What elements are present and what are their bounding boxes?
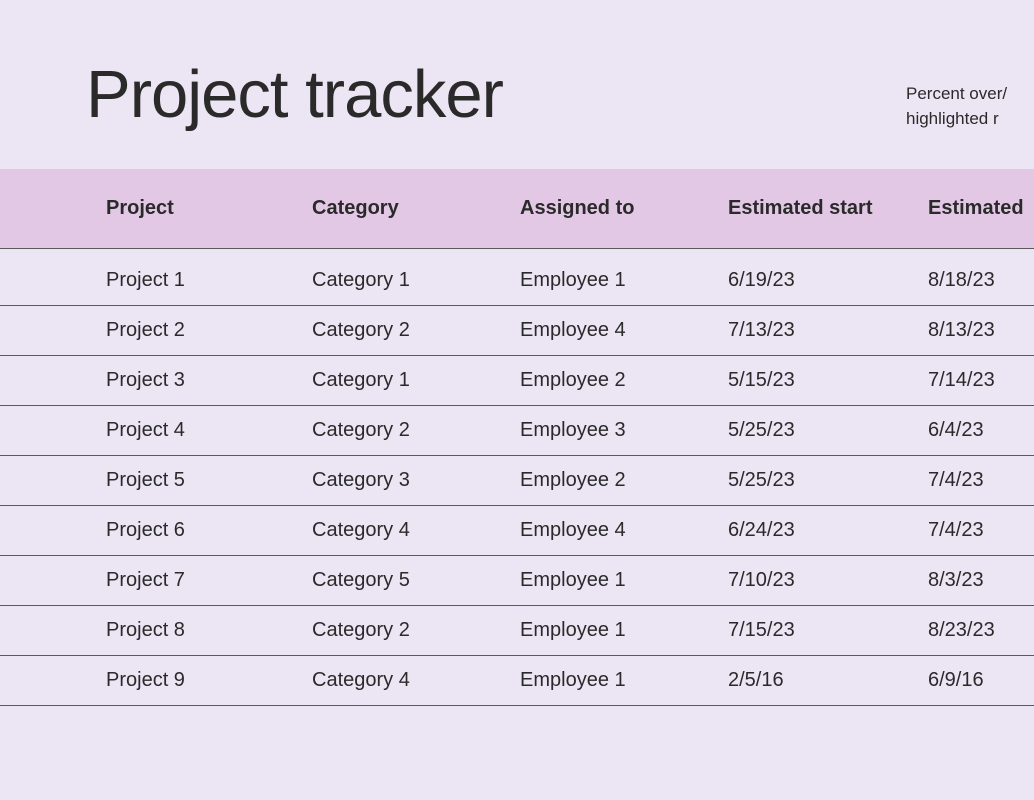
- cell-est-end: 8/3/23: [928, 556, 1034, 606]
- cell-category: Category 2: [312, 606, 520, 656]
- cell-category: Category 1: [312, 356, 520, 406]
- cell-project: Project 8: [0, 606, 312, 656]
- cell-assigned: Employee 4: [520, 306, 728, 356]
- table-row: Project 5Category 3Employee 25/25/237/4/…: [0, 456, 1034, 506]
- table-row: Project 4Category 2Employee 35/25/236/4/…: [0, 406, 1034, 456]
- cell-project: Project 1: [0, 249, 312, 306]
- table-row: Project 2Category 2Employee 47/13/238/13…: [0, 306, 1034, 356]
- cell-est-end: 7/4/23: [928, 506, 1034, 556]
- col-header-project: Project: [0, 169, 312, 249]
- cell-category: Category 3: [312, 456, 520, 506]
- col-header-est-start: Estimated start: [728, 169, 928, 249]
- cell-est-start: 7/13/23: [728, 306, 928, 356]
- cell-project: Project 2: [0, 306, 312, 356]
- cell-est-end: 8/18/23: [928, 249, 1034, 306]
- table-row: Project 9Category 4Employee 12/5/166/9/1…: [0, 656, 1034, 706]
- cell-project: Project 4: [0, 406, 312, 456]
- cell-assigned: Employee 1: [520, 606, 728, 656]
- header-note-line1: Percent over/: [906, 82, 1034, 107]
- cell-est-end: 8/13/23: [928, 306, 1034, 356]
- table-row: Project 8Category 2Employee 17/15/238/23…: [0, 606, 1034, 656]
- table-row: Project 6Category 4Employee 46/24/237/4/…: [0, 506, 1034, 556]
- project-table: Project Category Assigned to Estimated s…: [0, 169, 1034, 706]
- cell-est-start: 7/15/23: [728, 606, 928, 656]
- table-row: Project 1Category 1Employee 16/19/238/18…: [0, 249, 1034, 306]
- cell-est-start: 2/5/16: [728, 656, 928, 706]
- cell-est-end: 7/14/23: [928, 356, 1034, 406]
- project-table-wrap: Project Category Assigned to Estimated s…: [0, 169, 1034, 706]
- cell-project: Project 7: [0, 556, 312, 606]
- cell-assigned: Employee 1: [520, 556, 728, 606]
- cell-assigned: Employee 3: [520, 406, 728, 456]
- cell-project: Project 5: [0, 456, 312, 506]
- cell-est-start: 5/25/23: [728, 406, 928, 456]
- page-title: Project tracker: [86, 56, 503, 133]
- col-header-category: Category: [312, 169, 520, 249]
- cell-est-start: 5/25/23: [728, 456, 928, 506]
- cell-category: Category 4: [312, 656, 520, 706]
- cell-project: Project 6: [0, 506, 312, 556]
- cell-est-end: 7/4/23: [928, 456, 1034, 506]
- col-header-est-end: Estimated: [928, 169, 1034, 249]
- cell-category: Category 2: [312, 306, 520, 356]
- cell-category: Category 5: [312, 556, 520, 606]
- page: Project tracker Percent over/ highlighte…: [0, 0, 1034, 800]
- header-note-line2: highlighted r: [906, 107, 1034, 132]
- cell-assigned: Employee 1: [520, 249, 728, 306]
- header: Project tracker: [0, 0, 1034, 169]
- cell-project: Project 3: [0, 356, 312, 406]
- cell-est-start: 6/19/23: [728, 249, 928, 306]
- cell-est-start: 7/10/23: [728, 556, 928, 606]
- cell-est-end: 6/9/16: [928, 656, 1034, 706]
- table-body: Project 1Category 1Employee 16/19/238/18…: [0, 249, 1034, 706]
- cell-assigned: Employee 2: [520, 456, 728, 506]
- col-header-assigned: Assigned to: [520, 169, 728, 249]
- cell-est-start: 6/24/23: [728, 506, 928, 556]
- header-note: Percent over/ highlighted r: [906, 82, 1034, 131]
- cell-assigned: Employee 4: [520, 506, 728, 556]
- table-row: Project 7Category 5Employee 17/10/238/3/…: [0, 556, 1034, 606]
- cell-category: Category 4: [312, 506, 520, 556]
- cell-est-start: 5/15/23: [728, 356, 928, 406]
- cell-est-end: 8/23/23: [928, 606, 1034, 656]
- cell-est-end: 6/4/23: [928, 406, 1034, 456]
- table-row: Project 3Category 1Employee 25/15/237/14…: [0, 356, 1034, 406]
- cell-project: Project 9: [0, 656, 312, 706]
- cell-category: Category 1: [312, 249, 520, 306]
- cell-assigned: Employee 1: [520, 656, 728, 706]
- cell-assigned: Employee 2: [520, 356, 728, 406]
- table-header-row: Project Category Assigned to Estimated s…: [0, 169, 1034, 249]
- cell-category: Category 2: [312, 406, 520, 456]
